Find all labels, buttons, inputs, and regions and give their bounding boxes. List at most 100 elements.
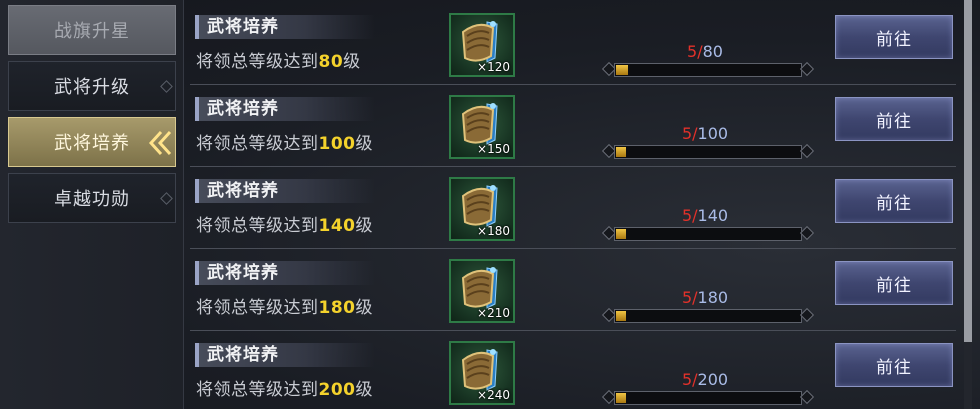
progress-text: 5/200: [610, 370, 800, 389]
go-button[interactable]: 前往: [835, 343, 953, 387]
task-title: 武将培养: [195, 15, 375, 39]
progress-current: 5: [681, 370, 693, 389]
target-level: 100: [318, 134, 356, 154]
task-row: 武将培养 将领总等级达到200级 ×240 5/200 前往: [190, 333, 956, 409]
reward-count: ×210: [477, 306, 510, 320]
reward-count: ×120: [477, 60, 510, 74]
double-chevron-left-icon: [148, 130, 172, 156]
progress-goal: 140: [697, 206, 729, 225]
progress-goal: 100: [697, 124, 729, 143]
progress-goal: 180: [697, 288, 729, 307]
diamond-cap-icon: [799, 225, 815, 241]
tab-label: 武将培养: [54, 133, 130, 154]
desc-suffix: 级: [355, 134, 373, 154]
tab-banner-star[interactable]: 战旗升星: [8, 5, 176, 55]
progress-goal: 200: [697, 370, 729, 389]
progress-text: 5/100: [610, 124, 800, 143]
war-banner-shield-icon: [461, 185, 498, 227]
progress-goal: 80: [702, 42, 723, 61]
progress-fill: [616, 65, 628, 75]
war-banner-shield-icon: [461, 267, 498, 309]
tab-label: 卓越功勋: [54, 189, 130, 210]
task-row: 武将培养 将领总等级达到140级 ×180 5/140 前往: [190, 169, 956, 249]
reward-count: ×150: [477, 142, 510, 156]
task-list: 武将培养 将领总等级达到80级 ×120 5/80 前往 武将培养 将领总等级达…: [190, 0, 956, 409]
progress-current: 5: [681, 288, 693, 307]
reward-count: ×180: [477, 224, 510, 238]
scrollbar[interactable]: [964, 0, 972, 409]
go-button[interactable]: 前往: [835, 15, 953, 59]
progress-current: 5: [681, 206, 693, 225]
task-title: 武将培养: [195, 179, 375, 203]
desc-suffix: 级: [343, 52, 361, 72]
target-level: 180: [318, 298, 356, 318]
progress-text: 5/180: [610, 288, 800, 307]
desc-suffix: 级: [355, 298, 373, 318]
scrollbar-thumb[interactable]: [964, 0, 972, 342]
diamond-cap-icon: [799, 143, 815, 159]
diamond-cap-icon: [799, 389, 815, 405]
task-row: 武将培养 将领总等级达到80级 ×120 5/80 前往: [190, 5, 956, 85]
progress-fill: [616, 229, 626, 239]
task-description: 将领总等级达到200级: [196, 375, 373, 400]
war-banner-shield-icon: [461, 103, 498, 145]
progress-bar: [601, 307, 815, 323]
diamond-ornament-icon: [160, 80, 173, 93]
progress-current: 5: [681, 124, 693, 143]
war-banner-shield-icon: [461, 349, 498, 391]
target-level: 140: [318, 216, 356, 236]
task-description: 将领总等级达到140级: [196, 211, 373, 236]
progress-track: [614, 309, 802, 323]
desc-suffix: 级: [355, 216, 373, 236]
task-description: 将领总等级达到180级: [196, 293, 373, 318]
tab-general-upgrade[interactable]: 武将升级: [8, 61, 176, 111]
progress-fill: [616, 393, 626, 403]
war-banner-shield-icon: [461, 21, 498, 63]
task-row: 武将培养 将领总等级达到180级 ×210 5/180 前往: [190, 251, 956, 331]
tab-excellent-merit[interactable]: 卓越功勋: [8, 173, 176, 223]
task-panel: 战旗升星 武将升级 武将培养 卓越功勋 武将培养 将领总等级达到80级 ×120…: [0, 0, 980, 409]
progress-track: [614, 227, 802, 241]
desc-prefix: 将领总等级达到: [196, 380, 319, 400]
tab-label: 武将升级: [54, 77, 130, 98]
desc-prefix: 将领总等级达到: [196, 52, 319, 72]
reward-item[interactable]: ×240: [449, 341, 515, 405]
progress-text: 5/140: [610, 206, 800, 225]
diamond-cap-icon: [799, 61, 815, 77]
task-description: 将领总等级达到80级: [196, 47, 361, 72]
progress-fill: [616, 311, 626, 321]
reward-item[interactable]: ×120: [449, 13, 515, 77]
task-row: 武将培养 将领总等级达到100级 ×150 5/100 前往: [190, 87, 956, 167]
progress-text: 5/80: [610, 42, 800, 61]
diamond-ornament-icon: [160, 192, 173, 205]
progress-current: 5: [687, 42, 698, 61]
task-description: 将领总等级达到100级: [196, 129, 373, 154]
reward-item[interactable]: ×150: [449, 95, 515, 159]
task-title: 武将培养: [195, 261, 375, 285]
go-button[interactable]: 前往: [835, 261, 953, 305]
task-title: 武将培养: [195, 97, 375, 121]
progress-bar: [601, 389, 815, 405]
progress-bar: [601, 143, 815, 159]
progress-track: [614, 391, 802, 405]
progress-fill: [616, 147, 626, 157]
progress-track: [614, 63, 802, 77]
desc-prefix: 将领总等级达到: [196, 216, 319, 236]
progress-bar: [601, 225, 815, 241]
progress-bar: [601, 61, 815, 77]
desc-prefix: 将领总等级达到: [196, 298, 319, 318]
desc-suffix: 级: [355, 380, 373, 400]
reward-count: ×240: [477, 388, 510, 402]
sidebar: 战旗升星 武将升级 武将培养 卓越功勋: [0, 0, 184, 409]
tab-general-training[interactable]: 武将培养: [8, 117, 176, 167]
desc-prefix: 将领总等级达到: [196, 134, 319, 154]
task-title: 武将培养: [195, 343, 375, 367]
reward-item[interactable]: ×210: [449, 259, 515, 323]
go-button[interactable]: 前往: [835, 97, 953, 141]
tab-label: 战旗升星: [54, 21, 130, 42]
reward-item[interactable]: ×180: [449, 177, 515, 241]
diamond-cap-icon: [799, 307, 815, 323]
target-level: 200: [318, 380, 356, 400]
go-button[interactable]: 前往: [835, 179, 953, 223]
progress-track: [614, 145, 802, 159]
